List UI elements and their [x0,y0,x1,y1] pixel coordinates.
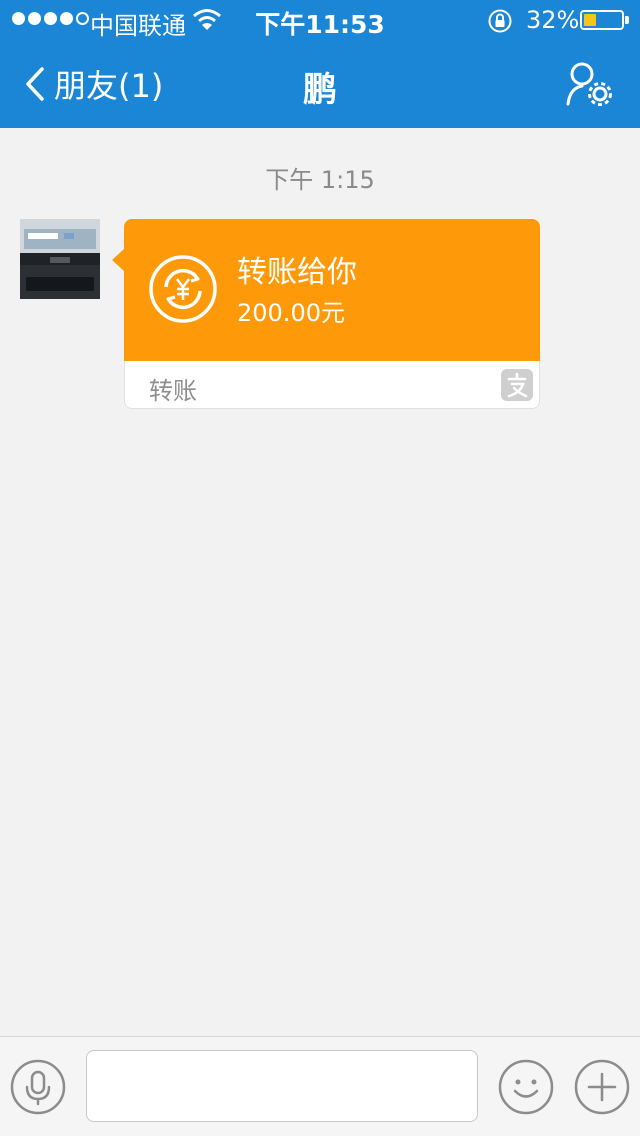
transfer-title: 转账给你 [237,255,357,290]
input-bar [0,1036,640,1136]
message-input[interactable] [86,1050,478,1122]
nav-bar: 朋友(1) 鹏 [0,40,640,128]
transfer-footer-label: 转账 [149,377,197,405]
back-button-label: 朋友(1) [54,67,164,105]
bubble-tail [112,249,124,271]
battery-percent: 32% [526,6,580,34]
plus-icon[interactable] [574,1059,630,1115]
battery-cap [625,16,629,24]
microphone-icon[interactable] [10,1059,66,1115]
chevron-left-icon [26,67,44,101]
avatar[interactable] [20,219,100,299]
yuan-transfer-icon [149,255,217,323]
transfer-footer: 转账 [124,361,540,409]
top-bar: 中国联通 下午11:53 32% 朋友(1) 鹏 [0,0,640,128]
transfer-card: 转账给你 200.00元 [112,219,540,361]
transfer-message[interactable]: 转账给你 200.00元 转账 [112,219,540,409]
battery-icon [580,10,624,30]
back-button[interactable]: 朋友(1) [24,62,163,106]
message-timestamp: 下午 1:15 [265,166,375,194]
rotation-lock-icon [488,9,512,33]
battery-level [584,14,596,26]
transfer-amount: 200.00元 [237,299,345,327]
smiley-icon[interactable] [498,1059,554,1115]
user-settings-icon[interactable] [560,60,616,112]
alipay-icon [501,369,533,401]
status-bar: 中国联通 下午11:53 32% [0,0,640,40]
chat-title: 鹏 [303,70,337,110]
